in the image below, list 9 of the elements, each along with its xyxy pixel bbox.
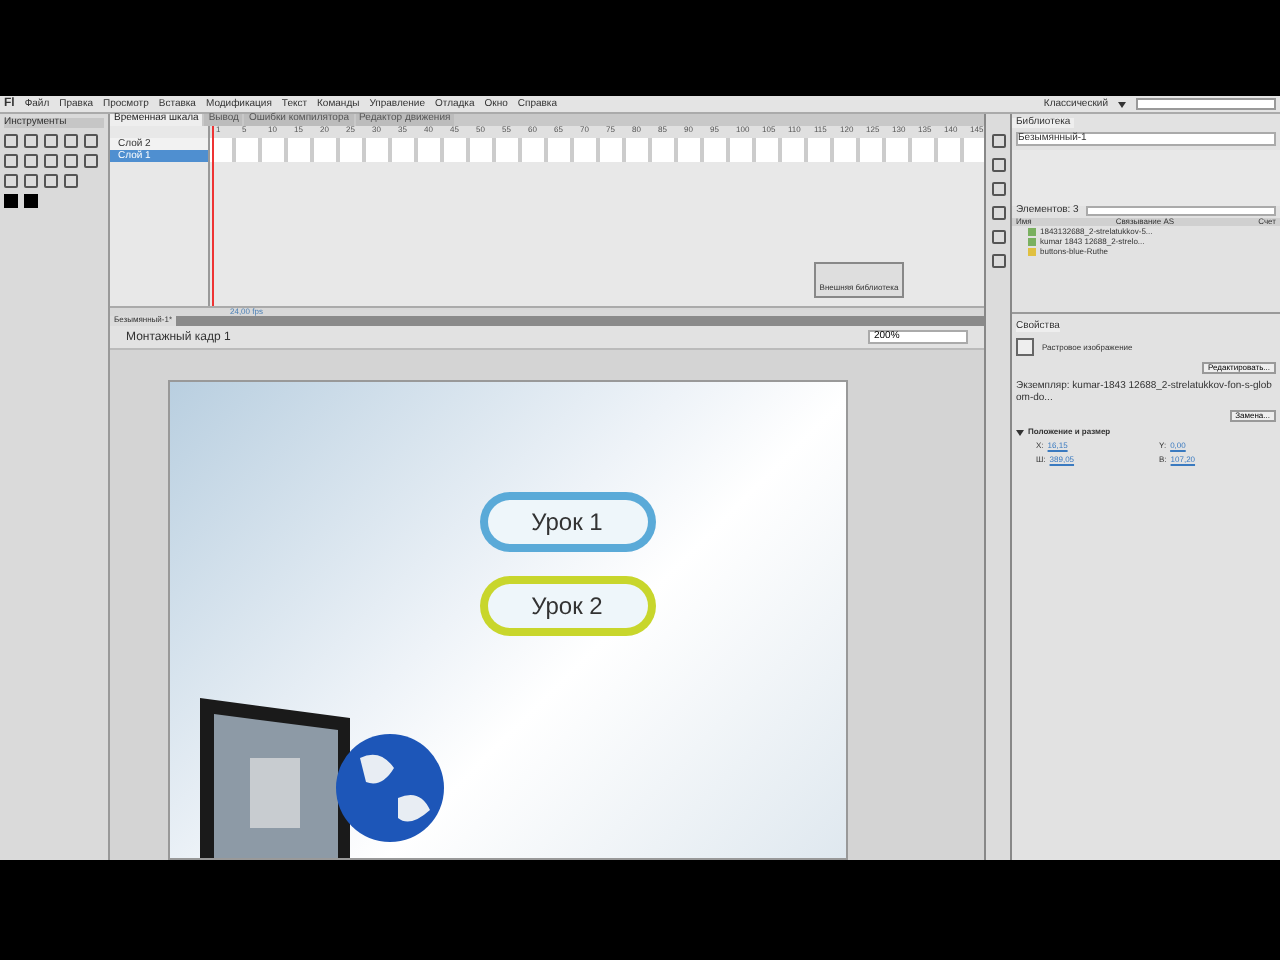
lesson-button[interactable]: Урок 1 xyxy=(479,492,655,552)
folder-icon xyxy=(1028,247,1036,255)
caret-icon[interactable] xyxy=(1118,101,1126,107)
lesson-button[interactable]: Урок 2 xyxy=(479,576,655,636)
library-search-field[interactable] xyxy=(1086,206,1276,216)
search-field[interactable] xyxy=(1136,98,1276,110)
stroke-swatch[interactable] xyxy=(4,194,18,208)
fill-swatch[interactable] xyxy=(24,194,38,208)
caret-icon[interactable] xyxy=(1016,429,1024,435)
